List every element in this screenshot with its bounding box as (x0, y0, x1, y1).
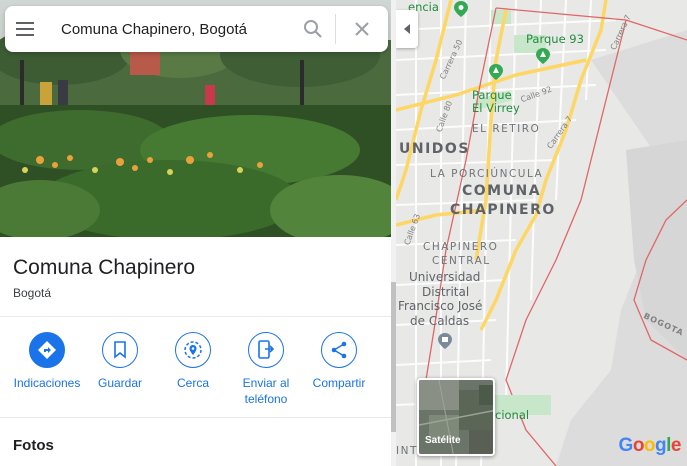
close-icon (355, 22, 369, 36)
google-logo: Google (618, 435, 682, 456)
share-button[interactable]: Compartir (301, 332, 377, 391)
park-pin-icon[interactable] (454, 1, 468, 17)
google-maps-app: encia Parque 93 Parque El Virrey EL RETI… (0, 0, 687, 466)
map-label-universidad-2[interactable]: Distrital (422, 285, 469, 300)
clear-search-button[interactable] (336, 6, 388, 52)
map-label-cional: cional (495, 408, 530, 422)
directions-label: Indicaciones (13, 376, 81, 390)
map-view[interactable]: encia Parque 93 Parque El Virrey EL RETI… (396, 0, 687, 466)
map-label-chapinero-central-1: CHAPINERO (423, 241, 499, 253)
search-button[interactable] (291, 6, 335, 52)
map-label-el-retiro: EL RETIRO (472, 123, 541, 135)
save-circle[interactable] (102, 332, 138, 368)
directions-icon (38, 341, 56, 359)
bookmark-icon (114, 341, 126, 359)
satellite-layer-toggle[interactable]: Satélite (417, 378, 495, 456)
panel-scrollbar[interactable] (391, 0, 396, 466)
divider (0, 417, 391, 418)
place-title: Comuna Chapinero (13, 256, 196, 279)
map-label-porciuncula: LA PORCIÚNCULA (430, 168, 544, 180)
send-to-phone-icon (258, 340, 275, 359)
search-bar: Comuna Chapinero, Bogotá (5, 6, 388, 52)
map-label-chapinero: CHAPINERO (450, 202, 556, 218)
university-pin-icon[interactable] (438, 333, 452, 349)
chevron-left-icon (404, 24, 410, 34)
map-label-int: INT (396, 445, 418, 457)
directions-circle[interactable] (29, 332, 65, 368)
place-panel: Comuna Chapinero, Bogotá Comuna Chapiner… (0, 0, 391, 466)
nearby-icon (184, 341, 202, 359)
park-virrey-pin-icon[interactable] (489, 64, 503, 80)
divider (0, 316, 391, 317)
share-icon (331, 341, 347, 359)
map-label-chapinero-central-2: CENTRAL (432, 255, 491, 267)
share-label: Compartir (312, 376, 366, 390)
map-label-parque93[interactable]: Parque 93 (526, 32, 584, 46)
nearby-circle[interactable] (175, 332, 211, 368)
search-icon (304, 20, 322, 38)
map-label-comuna: COMUNA (462, 183, 542, 199)
directions-button[interactable]: Indicaciones (9, 332, 85, 391)
hamburger-menu-icon (16, 22, 34, 36)
action-buttons: Indicaciones Guardar Cerca Enviar al tel… (0, 332, 391, 412)
map-label-parque-virrey-1[interactable]: Parque (472, 88, 512, 102)
search-input[interactable]: Comuna Chapinero, Bogotá (45, 21, 291, 38)
send-to-phone-label: Enviar al teléfono (242, 376, 290, 406)
share-circle[interactable] (321, 332, 357, 368)
nearby-button[interactable]: Cerca (155, 332, 231, 391)
map-label-universidad-4[interactable]: de Caldas (410, 314, 469, 329)
park-93-pin-icon[interactable] (536, 48, 550, 64)
send-to-phone-circle[interactable] (248, 332, 284, 368)
scrollbar-thumb[interactable] (391, 282, 396, 432)
map-label-universidad-1[interactable]: Universidad (409, 270, 480, 285)
map-label-universidad-3[interactable]: Francisco José (398, 299, 482, 314)
send-to-phone-button[interactable]: Enviar al teléfono (228, 332, 304, 407)
place-subtitle: Bogotá (13, 286, 52, 300)
map-label-unidos: UNIDOS (399, 141, 470, 157)
map-label-parque-virrey-2[interactable]: El Virrey (472, 101, 520, 115)
collapse-panel-button[interactable] (396, 10, 418, 48)
save-label: Guardar (97, 376, 143, 390)
photos-section-title: Fotos (13, 437, 54, 454)
save-button[interactable]: Guardar (82, 332, 158, 391)
satellite-label: Satélite (425, 435, 461, 446)
menu-button[interactable] (5, 6, 45, 52)
nearby-label: Cerca (176, 376, 209, 390)
